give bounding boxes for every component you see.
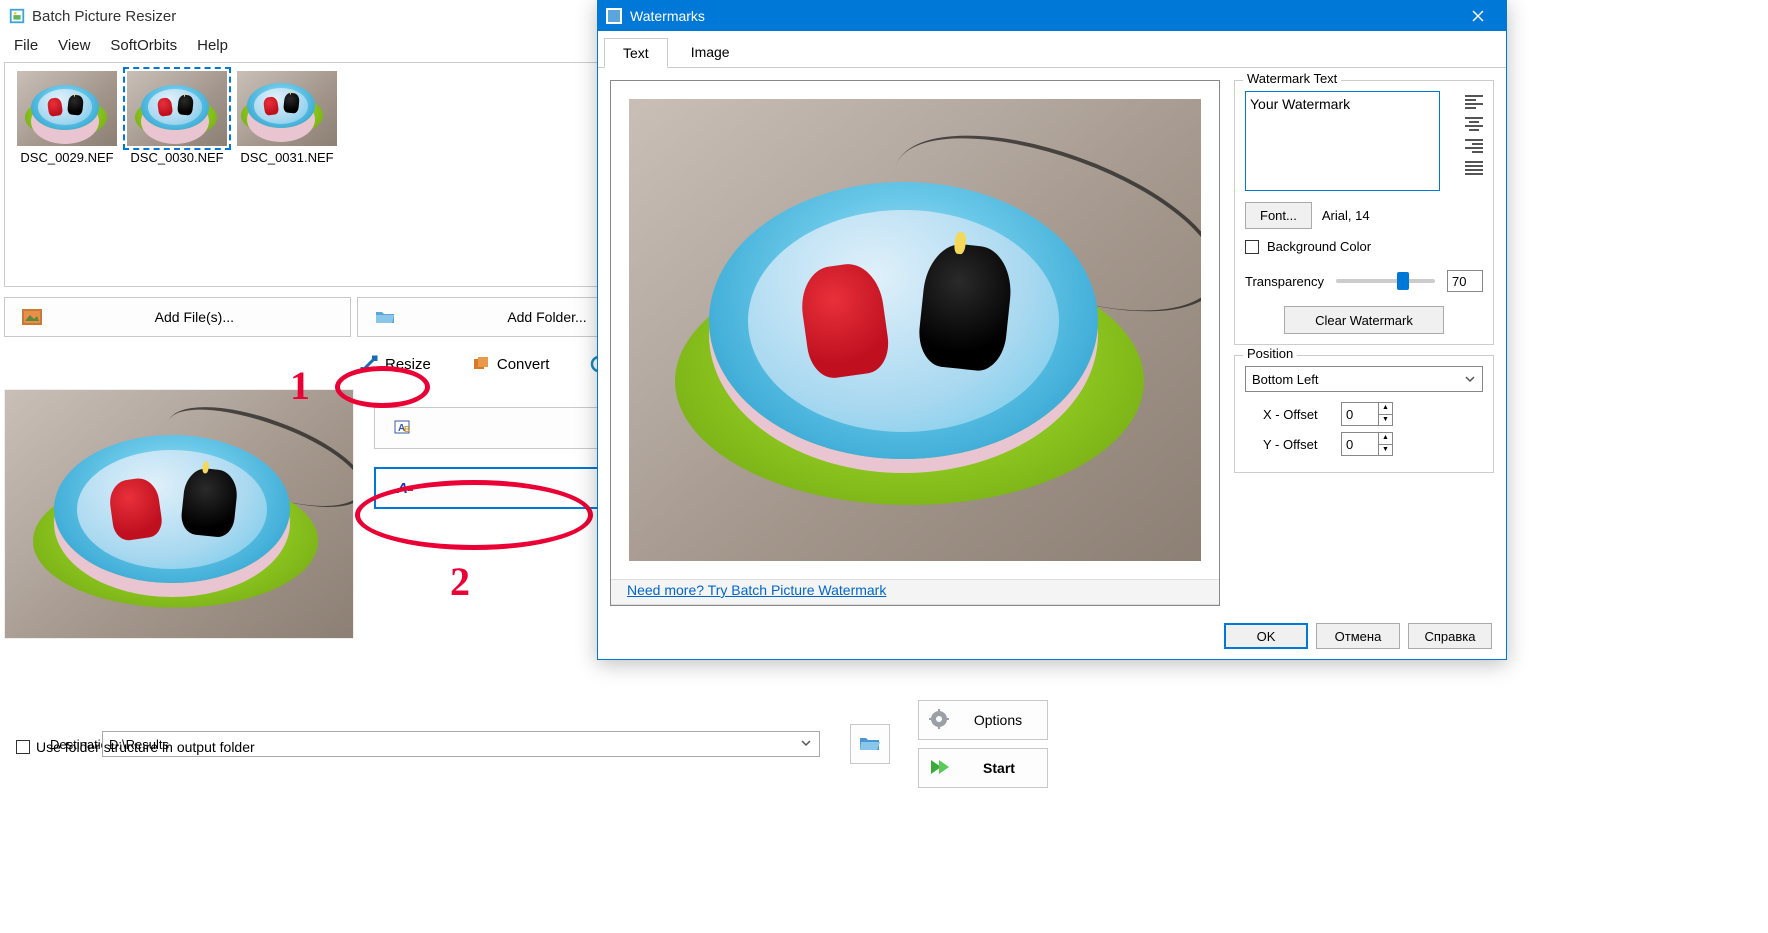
watermark-text-input[interactable]	[1245, 91, 1440, 191]
position-group: Position Bottom Left X - Offset ▲▼ Y - O…	[1234, 355, 1494, 473]
align-icons	[1465, 95, 1483, 175]
background-color-checkbox[interactable]: Background Color	[1245, 239, 1483, 254]
transparency-value[interactable]	[1447, 270, 1483, 292]
preview-image	[629, 99, 1201, 561]
play-icon	[929, 758, 951, 779]
app-icon	[8, 7, 26, 25]
convert-icon	[471, 354, 491, 374]
rename-icon: AB	[393, 418, 413, 439]
svg-text:A: A	[396, 480, 408, 496]
preview-image	[4, 389, 354, 639]
annotation-number-1: 1	[290, 362, 310, 409]
tab-resize[interactable]: Resize	[340, 347, 450, 381]
dialog-tabs: Text Image	[598, 31, 1506, 68]
thumbnail-item[interactable]: DSC_0031.NEF	[237, 71, 337, 278]
position-label: Position	[1243, 346, 1297, 361]
align-center-icon[interactable]	[1465, 117, 1483, 131]
picture-icon	[21, 309, 43, 325]
svg-text:B: B	[404, 425, 410, 434]
watermark-text-group: Watermark Text Font... Arial, 14 Backgro…	[1234, 80, 1494, 345]
thumbnail-item[interactable]: DSC_0030.NEF	[127, 71, 227, 278]
position-select[interactable]: Bottom Left	[1245, 366, 1483, 392]
transparency-slider[interactable]	[1336, 279, 1435, 283]
thumbnail-label: DSC_0031.NEF	[240, 150, 333, 165]
dialog-body: Need more? Try Batch Picture Watermark W…	[598, 68, 1506, 618]
thumbnail-label: DSC_0029.NEF	[20, 150, 113, 165]
font-button[interactable]: Font...	[1245, 202, 1312, 229]
dialog-title-bar: Watermarks	[598, 1, 1506, 31]
cancel-button[interactable]: Отмена	[1316, 623, 1400, 649]
annotation-number-2: 2	[450, 558, 470, 605]
watermark-text-label: Watermark Text	[1243, 71, 1341, 86]
tab-image[interactable]: Image	[672, 37, 749, 67]
x-offset-label: X - Offset	[1263, 407, 1333, 422]
help-button[interactable]: Справка	[1408, 623, 1492, 649]
tab-convert[interactable]: Convert	[452, 347, 569, 381]
thumbnail-image	[127, 71, 227, 146]
checkbox-box	[16, 740, 30, 754]
thumbnail-image	[17, 71, 117, 146]
dialog-preview: Need more? Try Batch Picture Watermark	[610, 80, 1220, 606]
menu-file[interactable]: File	[4, 34, 48, 57]
y-offset-spinner[interactable]: ▲▼	[1341, 432, 1393, 456]
clear-watermark-button[interactable]: Clear Watermark	[1284, 306, 1444, 334]
start-button[interactable]: Start	[918, 748, 1048, 788]
app-title: Batch Picture Resizer	[32, 8, 176, 25]
folder-icon	[374, 309, 396, 325]
align-justify-icon[interactable]	[1465, 161, 1483, 175]
checkbox-box	[1245, 240, 1259, 254]
add-files-button[interactable]: Add File(s)...	[4, 297, 351, 337]
transparency-label: Transparency	[1245, 274, 1324, 289]
need-more-link[interactable]: Need more? Try Batch Picture Watermark	[611, 579, 1219, 605]
browse-folder-button[interactable]	[850, 724, 890, 764]
font-description: Arial, 14	[1322, 208, 1370, 223]
resize-icon	[359, 354, 379, 374]
y-offset-label: Y - Offset	[1263, 437, 1333, 452]
ok-button[interactable]: OK	[1224, 623, 1308, 649]
menu-softorbits[interactable]: SoftOrbits	[100, 34, 187, 57]
watermark-icon: A	[394, 478, 414, 499]
folder-open-icon	[859, 735, 881, 753]
align-left-icon[interactable]	[1465, 95, 1483, 109]
gear-icon	[929, 709, 949, 732]
options-button[interactable]: Options	[918, 700, 1048, 740]
menu-view[interactable]: View	[48, 34, 100, 57]
thumbnail-label: DSC_0030.NEF	[130, 150, 223, 165]
dialog-title: Watermarks	[630, 8, 705, 24]
dialog-right-panel: Watermark Text Font... Arial, 14 Backgro…	[1234, 80, 1494, 606]
chevron-down-icon	[1464, 373, 1476, 385]
close-button[interactable]	[1458, 1, 1498, 31]
slider-thumb[interactable]	[1397, 272, 1409, 290]
align-right-icon[interactable]	[1465, 139, 1483, 153]
menu-help[interactable]: Help	[187, 34, 238, 57]
use-folder-structure-checkbox[interactable]: Use folder structure in output folder	[0, 735, 271, 759]
close-icon	[1472, 10, 1484, 22]
dialog-buttons: OK Отмена Справка	[1224, 623, 1492, 649]
thumbnail-image	[237, 71, 337, 146]
watermarks-dialog: Watermarks Text Image Need more? Try Bat…	[597, 0, 1507, 660]
x-offset-spinner[interactable]: ▲▼	[1341, 402, 1393, 426]
dialog-icon	[606, 8, 622, 24]
options-start-group: Options Start	[918, 700, 1048, 788]
tab-text[interactable]: Text	[604, 38, 668, 68]
thumbnail-item[interactable]: DSC_0029.NEF	[17, 71, 117, 278]
chevron-down-icon	[799, 736, 815, 752]
